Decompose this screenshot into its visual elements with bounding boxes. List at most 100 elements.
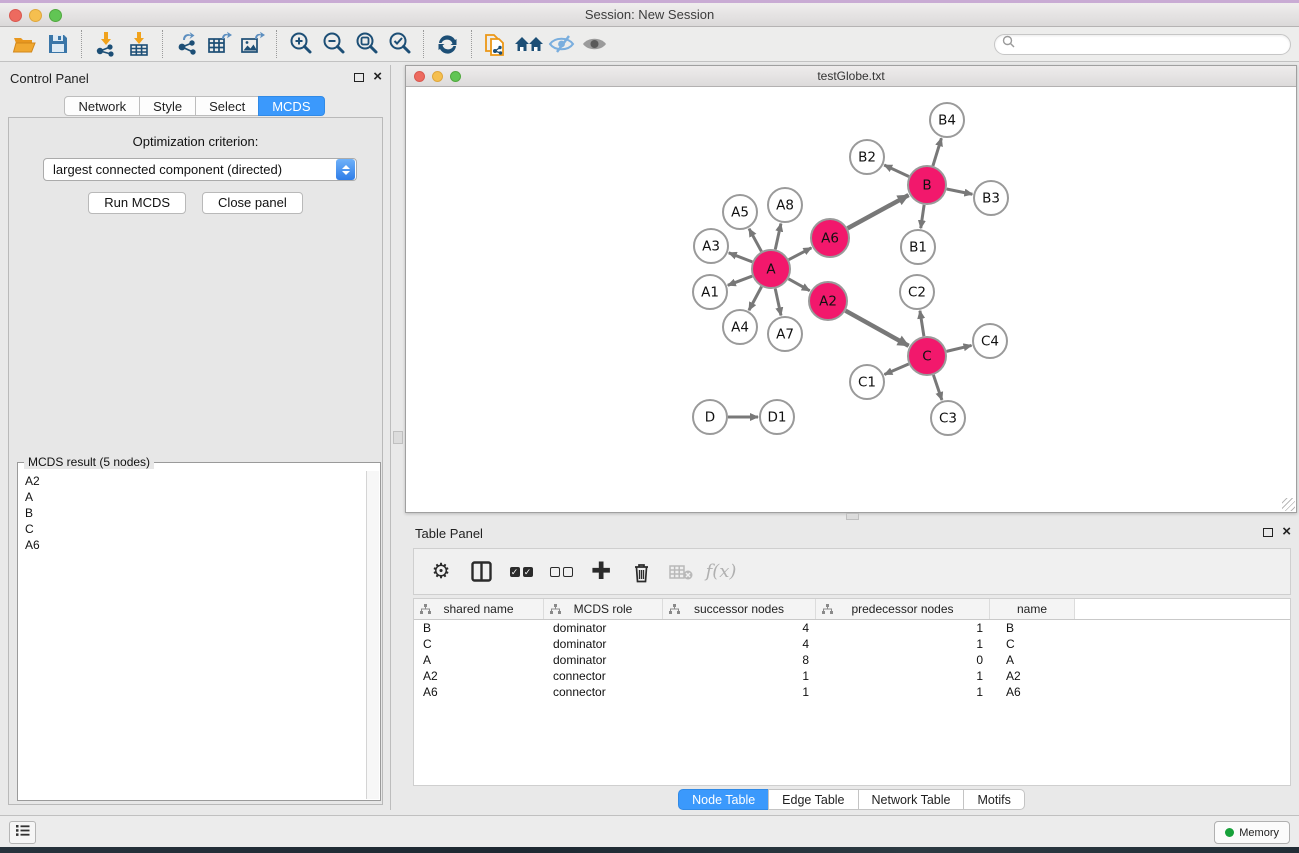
memory-button[interactable]: Memory [1214, 821, 1290, 844]
table-settings-gear-icon[interactable]: ⚙ [428, 559, 454, 585]
graph-edge[interactable] [947, 189, 973, 194]
export-table-button[interactable] [203, 29, 236, 59]
graph-edge[interactable] [749, 287, 762, 311]
graph-edge[interactable] [933, 375, 941, 400]
graph-edge[interactable] [845, 311, 908, 346]
table-cell: A [414, 652, 544, 668]
close-panel-icon[interactable]: × [1282, 527, 1291, 537]
column-header-predecessor-nodes[interactable]: predecessor nodes [816, 599, 990, 619]
show-all-button[interactable] [578, 29, 611, 59]
graph-node-label: A6 [821, 231, 839, 247]
open-file-button[interactable] [8, 29, 41, 59]
column-header-shared-name[interactable]: shared name [414, 599, 544, 619]
dropdown-stepper-icon [336, 159, 355, 180]
graph-edge[interactable] [921, 205, 924, 228]
run-mcds-button[interactable]: Run MCDS [88, 192, 186, 214]
table-cell: B [414, 620, 544, 636]
graph-node-label: C1 [858, 375, 876, 391]
search-input[interactable] [1019, 36, 1290, 52]
graph-edge[interactable] [749, 229, 761, 252]
zoom-window-button[interactable] [49, 9, 62, 22]
criterion-dropdown[interactable]: largest connected component (directed) [43, 158, 357, 181]
minimize-window-button[interactable] [29, 9, 42, 22]
column-header-successor-nodes[interactable]: successor nodes [663, 599, 816, 619]
graph-edge[interactable] [933, 138, 942, 166]
import-network-button[interactable] [89, 29, 122, 59]
graph-edge[interactable] [729, 253, 753, 262]
zoom-out-button[interactable] [317, 29, 350, 59]
close-panel-icon[interactable]: × [373, 72, 382, 82]
graph-node-label: B4 [938, 113, 956, 129]
unselect-all-columns-icon[interactable] [548, 559, 574, 585]
table-row[interactable]: A2connector11A2 [414, 668, 1290, 684]
table-row[interactable]: A6connector11A6 [414, 684, 1290, 700]
table-row[interactable]: Bdominator41B [414, 620, 1290, 636]
graph-edge[interactable] [728, 276, 753, 285]
network-window-titlebar[interactable]: testGlobe.txt [406, 66, 1296, 87]
result-item[interactable]: B [25, 505, 359, 521]
graph-edge[interactable] [775, 224, 781, 250]
refresh-view-button[interactable] [431, 29, 464, 59]
network-canvas[interactable]: AA1A3A4A5A7A8A6A2BB1B2B3B4CC1C2C3C4DD1 [406, 87, 1296, 512]
tab-node-table[interactable]: Node Table [678, 789, 769, 810]
table-cell: 4 [663, 636, 816, 652]
float-panel-icon[interactable] [1263, 528, 1273, 537]
graph-edge[interactable] [946, 345, 971, 351]
float-panel-icon[interactable] [354, 73, 364, 82]
network-zoom-button[interactable] [450, 71, 461, 82]
graph-edge[interactable] [884, 165, 909, 177]
result-item[interactable]: C [25, 521, 359, 537]
graph-edge[interactable] [884, 364, 908, 374]
export-image-button[interactable] [236, 29, 269, 59]
vertical-split-handle[interactable] [393, 431, 403, 444]
hide-selected-button[interactable] [545, 29, 578, 59]
select-all-columns-icon[interactable]: ✓✓ [508, 559, 534, 585]
import-table-button[interactable] [122, 29, 155, 59]
mcds-result-list[interactable]: A2ABCA6 [19, 471, 365, 799]
graph-edge[interactable] [789, 248, 812, 260]
result-item[interactable]: A2 [25, 473, 359, 489]
graph-node-label: A7 [776, 327, 794, 343]
show-columns-icon[interactable] [468, 559, 494, 585]
close-panel-button[interactable]: Close panel [202, 192, 303, 214]
network-close-button[interactable] [414, 71, 425, 82]
home-button[interactable] [512, 29, 545, 59]
zoom-selected-button[interactable] [383, 29, 416, 59]
graph-edge[interactable] [848, 195, 909, 228]
graph-edge[interactable] [920, 311, 924, 336]
network-view-window: testGlobe.txt AA1A3A4A5A7A8A6A2BB1B2B3B4… [405, 65, 1297, 513]
save-session-button[interactable] [41, 29, 74, 59]
search-field[interactable] [994, 34, 1291, 55]
delete-column-trash-icon[interactable] [628, 559, 654, 585]
result-item[interactable]: A6 [25, 537, 359, 553]
result-item[interactable]: A [25, 489, 359, 505]
graph-edge[interactable] [788, 279, 809, 291]
tab-network-table[interactable]: Network Table [858, 789, 965, 810]
result-scrollbar[interactable] [366, 471, 379, 799]
export-network-button[interactable] [170, 29, 203, 59]
graph-node-label: B2 [858, 150, 876, 166]
window-resize-grip[interactable] [1282, 498, 1295, 511]
import-table-icon [127, 31, 151, 57]
tab-network[interactable]: Network [64, 96, 140, 116]
tab-motifs[interactable]: Motifs [963, 789, 1024, 810]
table-cell: C [990, 636, 1075, 652]
tab-edge-table[interactable]: Edge Table [768, 789, 858, 810]
save-floppy-icon [47, 33, 69, 55]
table-row[interactable]: Cdominator41C [414, 636, 1290, 652]
graph-edge[interactable] [775, 289, 781, 316]
tab-style[interactable]: Style [139, 96, 196, 116]
horizontal-split-handle[interactable] [846, 513, 859, 520]
show-panels-button[interactable] [9, 821, 36, 844]
table-row[interactable]: Adominator80A [414, 652, 1290, 668]
tab-select[interactable]: Select [195, 96, 259, 116]
column-header-name[interactable]: name [990, 599, 1075, 619]
network-minimize-button[interactable] [432, 71, 443, 82]
zoom-fit-button[interactable] [350, 29, 383, 59]
column-header-mcds-role[interactable]: MCDS role [544, 599, 663, 619]
tab-mcds[interactable]: MCDS [258, 96, 324, 116]
close-window-button[interactable] [9, 9, 22, 22]
create-column-icon[interactable]: ✚ [588, 559, 614, 585]
create-network-from-selection-button[interactable] [479, 29, 512, 59]
zoom-in-button[interactable] [284, 29, 317, 59]
